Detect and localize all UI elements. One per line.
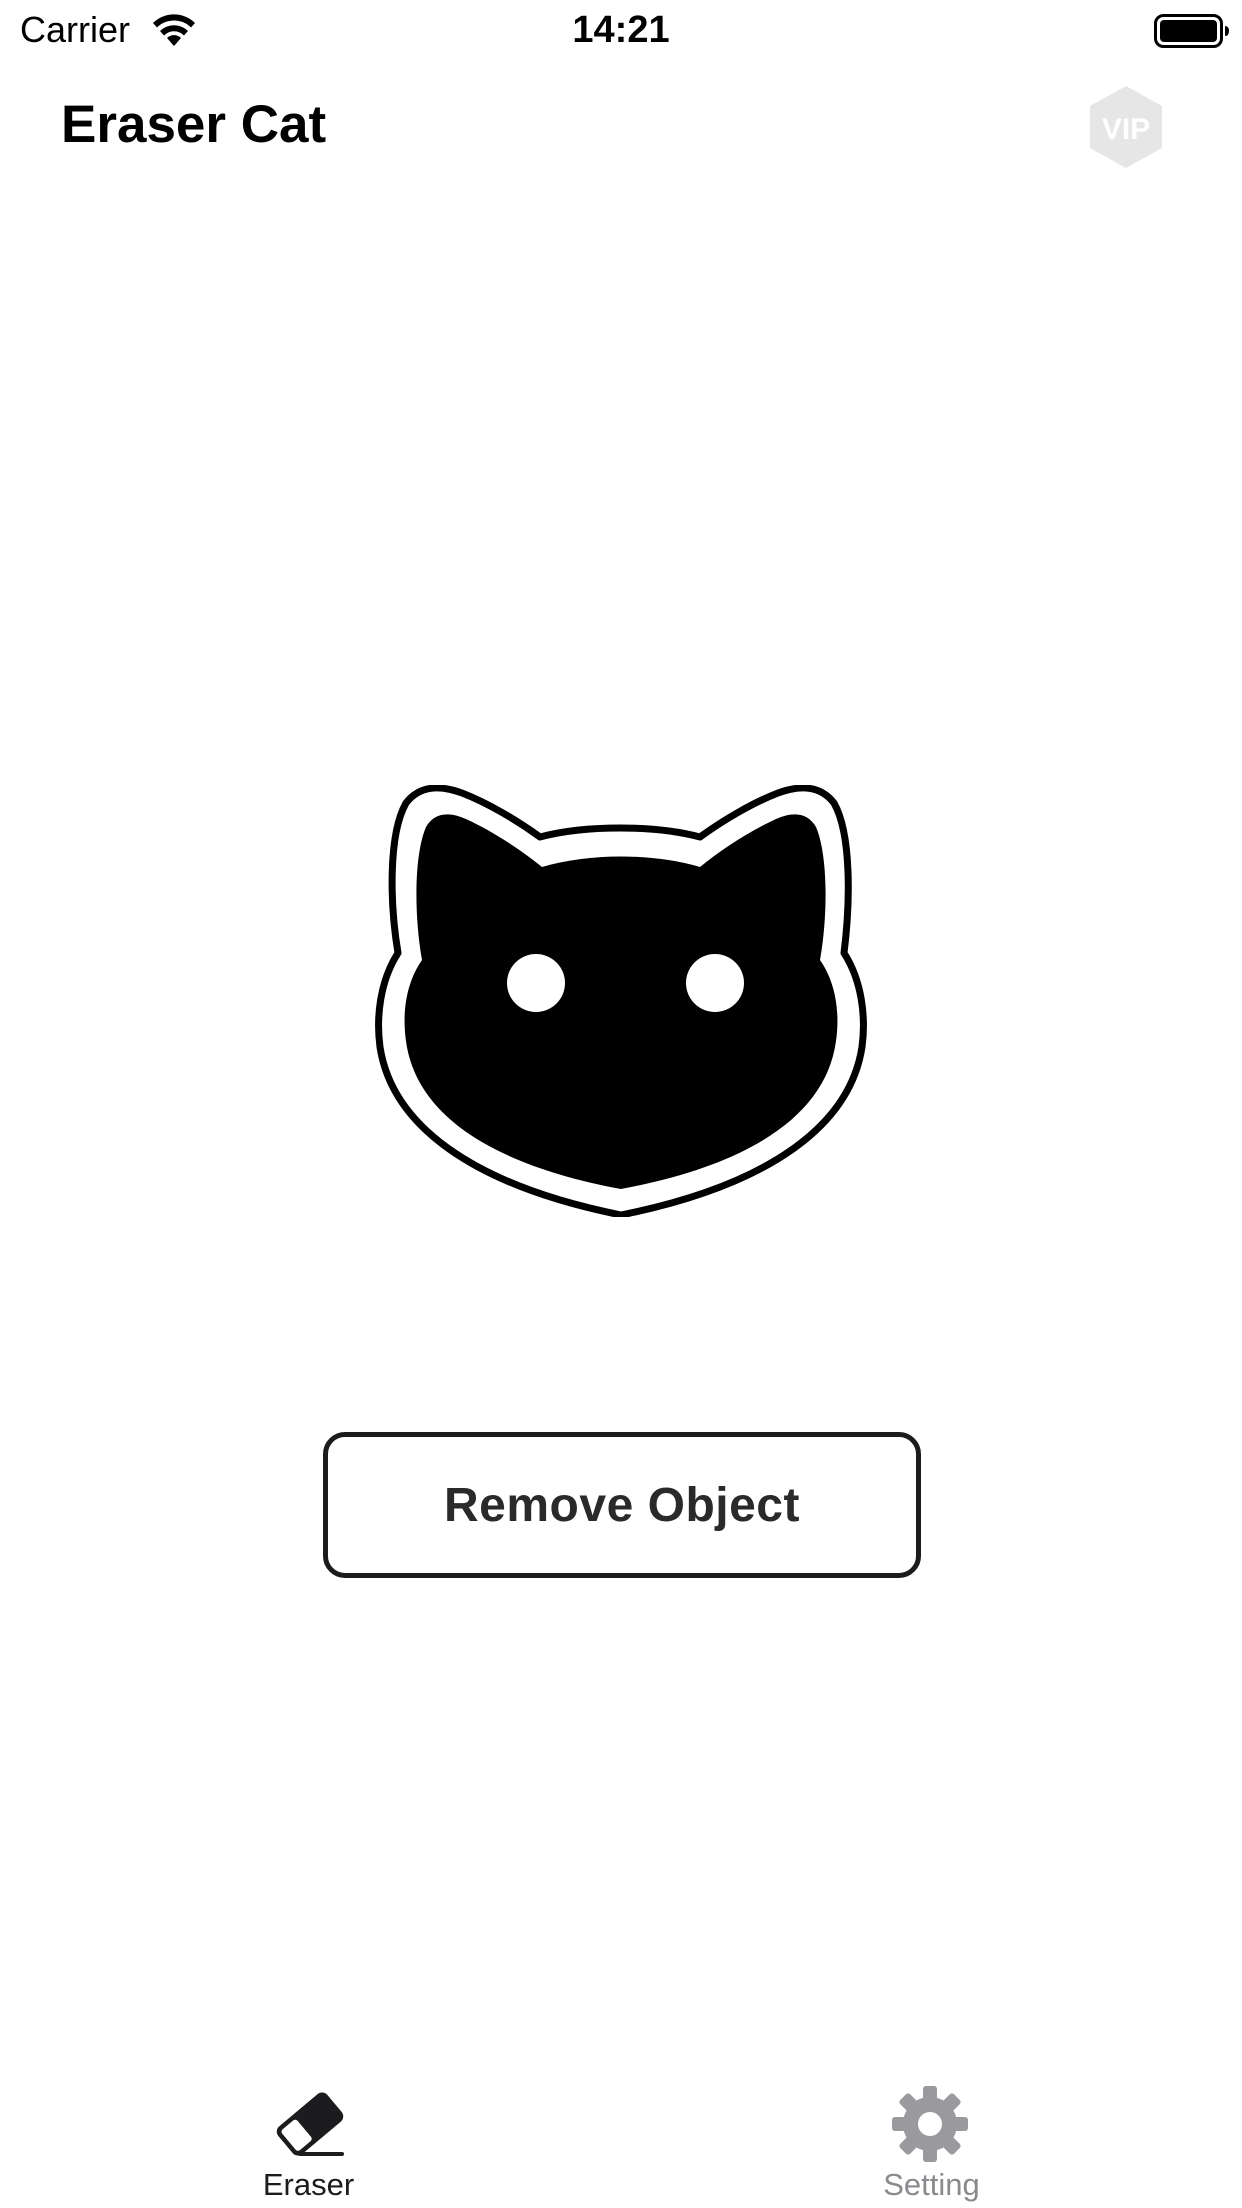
remove-object-button[interactable]: Remove Object [323, 1432, 921, 1578]
eraser-icon [276, 2092, 344, 2156]
tab-setting-label: Setting [883, 2167, 980, 2202]
tab-bar: Eraser Setting [0, 2060, 1242, 2208]
gear-icon [892, 2086, 968, 2162]
vip-badge-label: VIP [1102, 113, 1150, 146]
status-time: 14:21 [572, 9, 670, 51]
tab-setting[interactable]: Setting [621, 2060, 1242, 2208]
remove-object-button-label: Remove Object [444, 1478, 800, 1532]
cat-face-logo-icon [375, 785, 867, 1217]
battery-full-icon [1154, 14, 1229, 48]
page-title: Eraser Cat [61, 95, 327, 154]
tab-eraser[interactable]: Eraser [0, 2060, 621, 2208]
status-bar: Carrier 14:21 [0, 0, 1242, 62]
tab-eraser-label: Eraser [262, 2167, 355, 2202]
vip-hexagon-icon[interactable]: VIP [1086, 84, 1166, 170]
